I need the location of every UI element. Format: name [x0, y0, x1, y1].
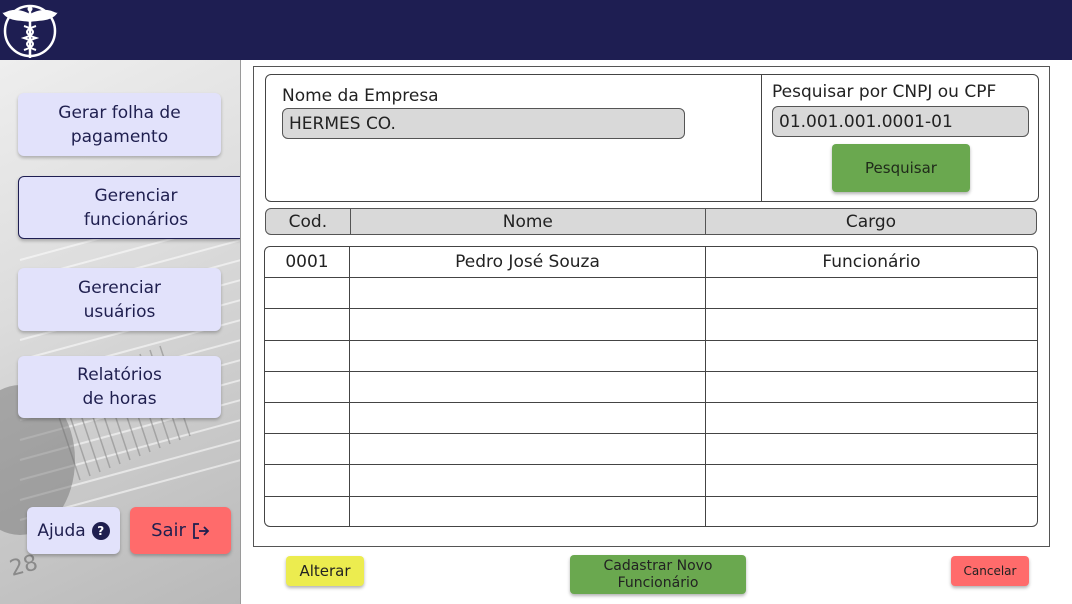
table-cell: 0001 — [285, 252, 329, 273]
exit-button[interactable]: Sair — [130, 507, 231, 554]
table-row[interactable] — [265, 371, 1037, 403]
table-cell — [265, 465, 349, 495]
caduceus-icon — [2, 4, 58, 58]
table-cell — [705, 309, 1037, 340]
table-cell — [705, 371, 1037, 402]
column-header-cargo[interactable]: Cargo — [704, 209, 1036, 234]
table-row[interactable] — [265, 340, 1037, 372]
alterar-button[interactable]: Alterar — [286, 556, 364, 586]
table-cell — [705, 496, 1037, 526]
table-cell — [265, 309, 349, 339]
table-cell — [265, 341, 349, 371]
table-row[interactable] — [265, 434, 1037, 466]
table-row[interactable] — [265, 465, 1037, 497]
cancel-button[interactable]: Cancelar — [951, 556, 1029, 586]
sidebar-item-gerar-folha[interactable]: Gerar folha de pagamento — [18, 93, 221, 156]
table-cell — [349, 309, 705, 340]
table-cell — [349, 278, 705, 309]
table-cell — [705, 278, 1037, 309]
table-cell — [349, 434, 705, 465]
table-row[interactable] — [265, 309, 1037, 341]
cadastrar-funcionario-button[interactable]: Cadastrar Novo Funcionário — [570, 555, 746, 594]
table-cell — [265, 278, 349, 308]
table-cell — [349, 340, 705, 371]
question-circle-icon: ? — [91, 521, 110, 540]
table-cell — [349, 371, 705, 402]
table-cell — [265, 497, 349, 527]
search-button[interactable]: Pesquisar — [832, 144, 970, 192]
table-cell — [265, 434, 349, 464]
company-name-field[interactable] — [282, 108, 685, 139]
sidebar-item-gerenciar-funcionarios[interactable]: Gerenciar funcionários — [18, 176, 240, 239]
column-header-nome[interactable]: Nome — [349, 209, 705, 234]
table-cell — [705, 465, 1037, 496]
logout-icon — [193, 522, 210, 539]
table-cell — [705, 402, 1037, 434]
exit-label: Sair — [151, 520, 186, 541]
column-header-cod[interactable]: Cod. — [266, 209, 350, 234]
table-cell — [265, 372, 349, 402]
table-cell — [705, 434, 1037, 465]
table-header: Cod. Nome Cargo — [265, 208, 1037, 235]
table-cell — [349, 465, 705, 496]
table-row[interactable] — [265, 496, 1037, 527]
table-cell — [349, 402, 705, 434]
table-cell: Pedro José Souza — [349, 247, 705, 278]
help-button[interactable]: Ajuda ? — [27, 507, 120, 554]
sidebar-item-relatorios-horas[interactable]: Relatórios de horas — [18, 356, 221, 418]
table-cell — [349, 496, 705, 526]
background-number: 28 — [7, 550, 41, 581]
search-label: Pesquisar por CNPJ ou CPF — [772, 82, 997, 102]
search-input[interactable] — [772, 106, 1029, 137]
company-name-label: Nome da Empresa — [282, 86, 439, 106]
sidebar-item-gerenciar-usuarios[interactable]: Gerenciar usuários — [18, 268, 221, 331]
table-cell: Funcionário — [705, 247, 1037, 278]
table-cell — [705, 340, 1037, 371]
help-label: Ajuda — [37, 520, 86, 541]
table-row[interactable]: 0001 Pedro José Souza Funcionário — [265, 247, 1037, 279]
employee-table: 0001 Pedro José Souza Funcionário — [264, 246, 1038, 527]
company-divider — [761, 74, 762, 202]
table-row[interactable] — [265, 278, 1037, 310]
table-cell — [265, 403, 349, 433]
table-row[interactable] — [265, 402, 1037, 435]
top-bar — [0, 0, 1072, 60]
